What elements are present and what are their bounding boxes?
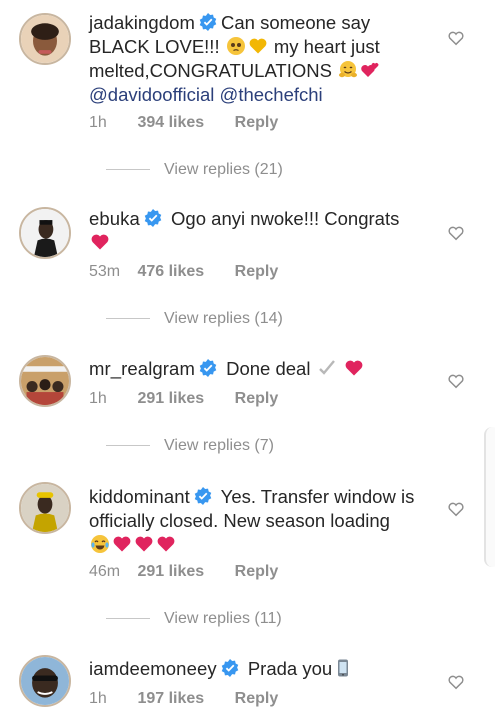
comment-text-part: Prada you [247, 658, 333, 679]
comment-text-part: Ogo anyi nwoke!!! Congrats [171, 208, 400, 229]
username[interactable]: jadakingdom [89, 12, 195, 33]
divider [106, 169, 150, 171]
mobile-phone-icon [333, 658, 353, 678]
username[interactable]: ebuka [89, 208, 140, 229]
view-replies-button[interactable]: View replies (7) [89, 437, 274, 455]
timestamp: 46m [89, 563, 121, 580]
red-heart-icon [134, 534, 154, 554]
heart-outline-icon[interactable] [447, 673, 465, 691]
divider [106, 618, 150, 620]
comment-meta: 53m 476 likes Reply [89, 263, 278, 281]
comment-meta: 1h 197 likes Reply [89, 690, 278, 708]
avatar[interactable] [19, 13, 71, 65]
heart-outline-icon[interactable] [447, 500, 465, 518]
timestamp: 1h [89, 690, 107, 707]
comment-meta: 1h 394 likes Reply [89, 114, 278, 132]
likes-count[interactable]: 394 likes [137, 114, 204, 132]
hugging-face-icon [338, 60, 358, 80]
likes-count[interactable]: 476 likes [137, 263, 204, 281]
two-hearts-icon [360, 60, 380, 80]
comment-meta: 46m 291 likes Reply [89, 563, 278, 581]
scrollbar[interactable] [484, 427, 495, 567]
verified-badge-icon [199, 359, 217, 377]
timestamp: 53m [89, 263, 121, 280]
timestamp: 1h [89, 114, 107, 131]
view-replies-label: View replies (7) [164, 437, 274, 454]
reply-button[interactable]: Reply [235, 114, 279, 132]
check-mark-icon [317, 358, 337, 378]
yellow-heart-icon [248, 36, 268, 56]
likes-count[interactable]: 291 likes [137, 563, 204, 581]
view-replies-label: View replies (14) [164, 310, 283, 327]
red-heart-icon [156, 534, 176, 554]
comment-text: iamdeemoneey Prada you [89, 657, 429, 681]
view-replies-button[interactable]: View replies (21) [89, 161, 283, 179]
heart-outline-icon[interactable] [447, 372, 465, 390]
divider [106, 318, 150, 320]
reply-button[interactable]: Reply [235, 690, 279, 708]
divider [106, 445, 150, 447]
reply-button[interactable]: Reply [235, 390, 279, 408]
avatar[interactable] [19, 207, 71, 259]
verified-badge-icon [199, 13, 217, 31]
view-replies-label: View replies (11) [164, 610, 282, 627]
comment-meta: 1h 291 likes Reply [89, 390, 278, 408]
mention-link[interactable]: @davidoofficial [89, 84, 214, 105]
verified-badge-icon [194, 487, 212, 505]
heart-outline-icon[interactable] [447, 29, 465, 47]
view-replies-button[interactable]: View replies (11) [89, 610, 282, 628]
timestamp: 1h [89, 390, 107, 407]
reply-button[interactable]: Reply [235, 563, 279, 581]
comment-text: jadakingdom Can someone say BLACK LOVE!!!… [89, 11, 429, 107]
username[interactable]: mr_realgram [89, 358, 195, 379]
verified-badge-icon [144, 209, 162, 227]
likes-count[interactable]: 291 likes [137, 390, 204, 408]
mention-link[interactable]: @thechefchi [220, 84, 323, 105]
comment-text-part: Done deal [226, 358, 311, 379]
view-replies-label: View replies (21) [164, 161, 283, 178]
comment-text: mr_realgram Done deal [89, 357, 429, 381]
red-heart-icon [90, 232, 110, 252]
view-replies-button[interactable]: View replies (14) [89, 310, 283, 328]
pleading-face-icon [226, 36, 246, 56]
avatar[interactable] [19, 355, 71, 407]
likes-count[interactable]: 197 likes [137, 690, 204, 708]
reply-button[interactable]: Reply [235, 263, 279, 281]
red-heart-icon [344, 358, 364, 378]
comment-text: ebuka Ogo anyi nwoke!!! Congrats [89, 207, 429, 255]
comment-text: kiddominant Yes. Transfer window is offi… [89, 485, 429, 557]
avatar[interactable] [19, 482, 71, 534]
username[interactable]: kiddominant [89, 486, 190, 507]
avatar[interactable] [19, 655, 71, 707]
red-heart-icon [112, 534, 132, 554]
username[interactable]: iamdeemoneey [89, 658, 217, 679]
heart-outline-icon[interactable] [447, 224, 465, 242]
crying-laughing-icon [90, 534, 110, 554]
verified-badge-icon [221, 659, 239, 677]
